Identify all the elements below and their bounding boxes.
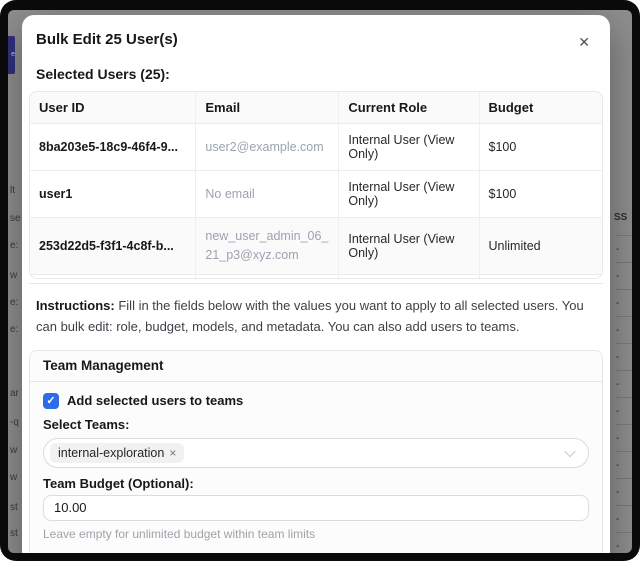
team-budget-input[interactable] bbox=[43, 495, 589, 521]
team-management-card: Team Management ✓ Add selected users to … bbox=[29, 350, 603, 553]
cell-role: Internal User (View Only) bbox=[339, 274, 479, 279]
close-button[interactable]: ✕ bbox=[574, 31, 594, 53]
cell-role: Internal User (View Only) bbox=[339, 124, 479, 171]
instructions-text: Instructions: Fill in the fields below w… bbox=[36, 296, 596, 338]
instructions-label: Instructions: bbox=[36, 298, 115, 313]
cell-email: No email bbox=[196, 171, 339, 218]
cell-user-id: 5dbd2335-cdd6-47ca-b... bbox=[30, 274, 196, 279]
chevron-down-icon[interactable] bbox=[564, 446, 575, 457]
table-row: 8ba203e5-18c9-46f4-9... user2@example.co… bbox=[30, 124, 602, 171]
cell-user-id: user1 bbox=[30, 171, 196, 218]
team-tag-label: internal-exploration bbox=[58, 446, 164, 460]
cell-role: Internal User (View Only) bbox=[339, 218, 479, 275]
background-text-fragment: se bbox=[10, 213, 21, 224]
cell-email: inter bbox=[196, 274, 339, 279]
background-text-fragment: -q bbox=[10, 417, 19, 428]
selected-users-table[interactable]: User ID Email Current Role Budget 8ba203… bbox=[29, 91, 603, 279]
cell-user-id: 253d22d5-f3f1-4c8f-b... bbox=[30, 218, 196, 275]
background-text-fragment: st bbox=[10, 502, 18, 513]
section-divider bbox=[29, 283, 603, 284]
team-budget-label: Team Budget (Optional): bbox=[43, 477, 589, 491]
background-table-fragment: SS - - - - - - - - - - - - bbox=[610, 150, 632, 553]
column-header-user-id: User ID bbox=[30, 92, 196, 124]
background-text-fragment: w bbox=[10, 472, 17, 483]
team-management-title: Team Management bbox=[30, 351, 602, 382]
background-text-fragment: e: bbox=[10, 324, 18, 335]
bulk-edit-modal: Bulk Edit 25 User(s) ✕ Selected Users (2… bbox=[22, 15, 610, 553]
select-teams-label: Select Teams: bbox=[43, 418, 589, 432]
selected-users-heading: Selected Users (25): bbox=[36, 66, 596, 82]
cell-budget: $100 bbox=[479, 124, 602, 171]
cell-email: new_user_admin_06_21_p3@xyz.com bbox=[196, 218, 339, 275]
add-users-to-teams-label: Add selected users to teams bbox=[67, 393, 243, 408]
table-row: user1 No email Internal User (View Only)… bbox=[30, 171, 602, 218]
column-header-current-role: Current Role bbox=[339, 92, 479, 124]
window-frame: e lt se e: w e: e: ar -q w w st st SS - … bbox=[0, 0, 640, 561]
column-header-budget: Budget bbox=[479, 92, 602, 124]
background-text-fragment: w bbox=[10, 270, 17, 281]
budget-helper-text: Leave empty for unlimited budget within … bbox=[43, 527, 589, 541]
background-text-fragment: w bbox=[10, 445, 17, 456]
cell-budget: Unlimited bbox=[479, 218, 602, 275]
team-select-control[interactable]: internal-exploration × bbox=[43, 438, 589, 468]
table-row: 5dbd2335-cdd6-47ca-b... inter Internal U… bbox=[30, 274, 602, 279]
table-header-row: User ID Email Current Role Budget bbox=[30, 92, 602, 124]
cell-email: user2@example.com bbox=[196, 124, 339, 171]
cell-budget: Unlimited bbox=[479, 274, 602, 279]
modal-title: Bulk Edit 25 User(s) bbox=[36, 31, 178, 48]
cell-user-id: 8ba203e5-18c9-46f4-9... bbox=[30, 124, 196, 171]
background-column-header: SS bbox=[614, 212, 627, 223]
background-text-fragment: e: bbox=[10, 240, 18, 251]
column-header-email: Email bbox=[196, 92, 339, 124]
background-text-fragment: e: bbox=[10, 297, 18, 308]
close-icon: ✕ bbox=[578, 34, 590, 50]
selected-team-tag: internal-exploration × bbox=[50, 443, 184, 463]
remove-tag-icon[interactable]: × bbox=[169, 446, 176, 460]
cell-budget: $100 bbox=[479, 171, 602, 218]
cell-role: Internal User (View Only) bbox=[339, 171, 479, 218]
background-button-fragment: e bbox=[8, 36, 15, 74]
background-text-fragment: ar bbox=[10, 388, 19, 399]
add-users-to-teams-checkbox[interactable]: ✓ bbox=[43, 393, 59, 409]
modal-backdrop[interactable]: e lt se e: w e: e: ar -q w w st st SS - … bbox=[8, 10, 632, 553]
table-row: 253d22d5-f3f1-4c8f-b... new_user_admin_0… bbox=[30, 218, 602, 275]
background-text-fragment: st bbox=[10, 528, 18, 539]
background-text-fragment: lt bbox=[10, 185, 15, 196]
